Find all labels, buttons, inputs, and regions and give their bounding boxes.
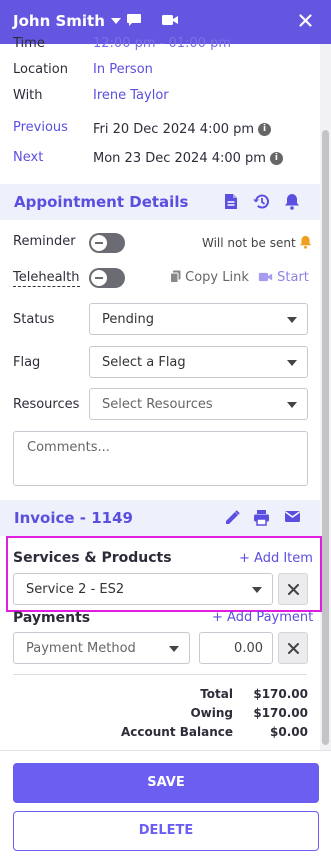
owing-label: Owing	[190, 706, 233, 720]
start-video-button[interactable]: Start	[258, 270, 309, 285]
flag-label: Flag	[13, 355, 41, 370]
comments-placeholder: Comments...	[27, 440, 110, 455]
telehealth-label[interactable]: Telehealth	[13, 270, 80, 287]
close-icon[interactable]	[299, 14, 312, 31]
payment-method-placeholder: Payment Method	[26, 641, 136, 656]
remove-payment-button[interactable]	[278, 632, 308, 664]
time-value: 12:00 pm - 01:00 pm	[93, 36, 231, 51]
owing-value: $170.00	[253, 706, 308, 720]
next-label[interactable]: Next	[13, 150, 43, 165]
copy-link-label: Copy Link	[185, 270, 249, 285]
balance-label: Account Balance	[120, 725, 233, 739]
divider	[13, 674, 307, 675]
chat-icon[interactable]	[126, 12, 142, 32]
payments-label: Payments	[13, 610, 91, 626]
caret-down-icon	[287, 317, 297, 323]
time-row: Time	[13, 36, 45, 51]
caret-down-icon	[169, 646, 179, 652]
invoice-title: Invoice - 1149	[14, 509, 133, 527]
save-button[interactable]: SAVE	[13, 763, 319, 803]
email-icon[interactable]	[284, 509, 301, 528]
status-value: Pending	[102, 312, 154, 327]
telehealth-toggle[interactable]	[89, 268, 125, 288]
reminder-label: Reminder	[13, 234, 76, 249]
close-icon	[288, 643, 299, 654]
info-icon[interactable]: i	[258, 123, 272, 136]
status-select[interactable]: Pending	[89, 303, 308, 335]
next-date: Mon 23 Dec 2024 4:00 pm	[93, 151, 266, 166]
total-label: Total	[200, 687, 233, 701]
scrollbar[interactable]	[320, 44, 331, 750]
status-label: Status	[13, 312, 55, 327]
bell-icon[interactable]	[284, 193, 300, 214]
history-icon[interactable]	[252, 193, 270, 214]
previous-appointment: Fri 20 Dec 2024 4:00 pm i	[93, 122, 272, 137]
start-label: Start	[277, 270, 309, 285]
document-icon[interactable]	[224, 193, 238, 214]
print-icon[interactable]	[253, 509, 270, 530]
flag-select[interactable]: Select a Flag	[89, 346, 308, 378]
payment-amount-input[interactable]: 0.00	[199, 632, 273, 664]
resources-select[interactable]: Select Resources	[89, 388, 308, 420]
time-label: Time	[13, 36, 45, 51]
payment-method-select[interactable]: Payment Method	[13, 632, 190, 664]
patient-name-dropdown[interactable]: John Smith	[13, 12, 121, 30]
flag-placeholder: Select a Flag	[102, 355, 186, 370]
with-label: With	[13, 88, 43, 103]
caret-down-icon	[287, 360, 297, 366]
caret-down-icon	[110, 18, 121, 24]
scrollbar-thumb[interactable]	[322, 130, 329, 745]
video-icon[interactable]	[161, 12, 179, 32]
add-payment-button[interactable]: + Add Payment	[212, 610, 313, 625]
balance-value: $0.00	[270, 725, 308, 739]
reminder-status-text: Will not be sent	[202, 236, 296, 250]
copy-link-button[interactable]: Copy Link	[170, 270, 249, 285]
edit-icon[interactable]	[224, 509, 241, 530]
patient-name: John Smith	[13, 12, 105, 30]
delete-button[interactable]: DELETE	[13, 811, 319, 851]
highlight-box	[6, 536, 322, 612]
appointment-details-header: Appointment Details	[0, 184, 320, 220]
next-appointment: Mon 23 Dec 2024 4:00 pm i	[93, 151, 283, 166]
previous-date: Fri 20 Dec 2024 4:00 pm	[93, 122, 255, 137]
reminder-toggle[interactable]	[89, 233, 125, 253]
practitioner-link[interactable]: Irene Taylor	[93, 88, 169, 103]
resources-label: Resources	[13, 397, 80, 412]
payment-amount: 0.00	[234, 641, 263, 656]
caret-down-icon	[287, 402, 297, 408]
location-label: Location	[13, 62, 68, 77]
info-icon[interactable]: i	[269, 152, 283, 165]
comments-textarea[interactable]: Comments...	[13, 431, 308, 486]
warning-bell-icon	[300, 235, 312, 249]
video-icon	[258, 272, 273, 282]
total-value: $170.00	[253, 687, 308, 701]
copy-icon	[170, 270, 181, 283]
location-value[interactable]: In Person	[93, 62, 153, 77]
invoice-header: Invoice - 1149	[0, 500, 320, 536]
section-title: Appointment Details	[14, 193, 189, 211]
previous-label[interactable]: Previous	[13, 120, 68, 135]
reminder-status: Will not be sent	[202, 235, 312, 250]
resources-placeholder: Select Resources	[102, 397, 213, 412]
